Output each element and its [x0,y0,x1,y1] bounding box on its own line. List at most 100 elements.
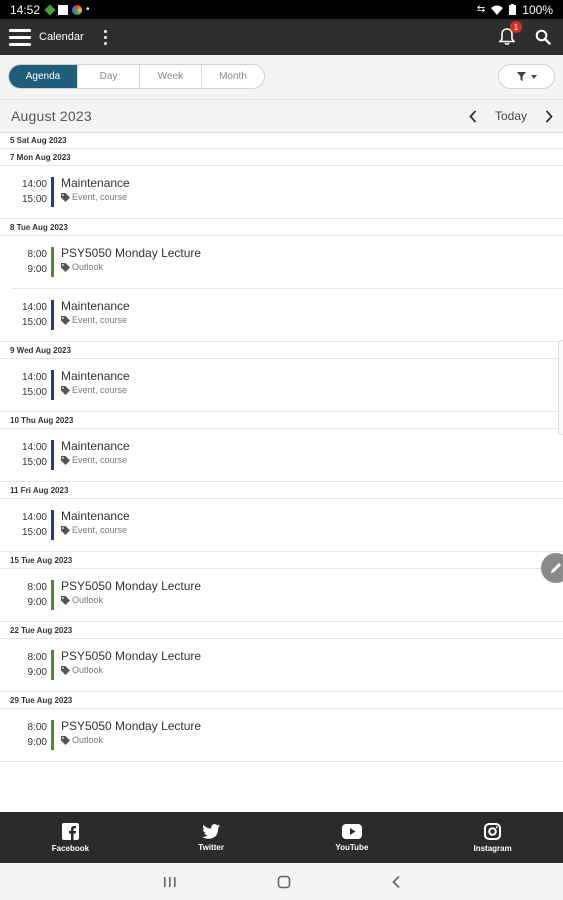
day-header: 11 Fri Aug 2023 [0,482,563,499]
event-tags: Event, course [61,525,127,535]
menu-icon[interactable] [2,19,38,55]
event-title: Maintenance [61,299,130,313]
event-time: 14:00 15:00 [0,177,47,207]
month-navigation-bar: August 2023 Today [0,100,563,133]
tab-month[interactable]: Month [202,65,264,88]
tab-week[interactable]: Week [140,65,202,88]
tab-agenda[interactable]: Agenda [9,65,78,88]
next-button[interactable] [535,102,563,130]
event-start-time: 14:00 [21,179,47,190]
back-icon[interactable] [391,875,401,889]
event-tags: Event, course [61,315,127,325]
event-end-time: 9:00 [27,667,47,678]
agenda-event[interactable]: 8:00 9:00 PSY5050 Monday Lecture Outlook [0,709,563,762]
tag-icon [61,385,70,395]
app-notification-icon [44,3,56,16]
twitter-link[interactable]: Twitter [141,812,282,863]
agenda-event[interactable]: 8:00 9:00 PSY5050 Monday Lecture Outlook [12,236,563,289]
wifi-icon [491,5,504,15]
event-color-bar [51,247,54,277]
agenda-event[interactable]: 14:00 15:00 Maintenance Event, course [0,359,563,412]
tag-icon [61,262,70,272]
event-color-bar [51,177,54,207]
event-title: PSY5050 Monday Lecture [61,719,202,733]
event-start-time: 14:00 [21,372,47,383]
event-tags: Outlook [61,665,103,675]
event-color-bar [51,650,54,680]
tag-icon [61,525,70,535]
facebook-icon [61,822,79,840]
scroll-handle[interactable] [558,340,563,435]
tab-day[interactable]: Day [78,65,140,88]
view-switcher: Agenda Day Week Month [8,64,265,89]
search-button[interactable] [525,19,561,55]
facebook-link[interactable]: Facebook [0,812,141,863]
tag-icon [61,665,70,675]
dropdown-arrow-icon [530,74,537,79]
day-header: 29 Tue Aug 2023 [0,692,563,709]
instagram-link[interactable]: Instagram [422,812,563,863]
agenda-event[interactable]: 8:00 9:00 PSY5050 Monday Lecture Outlook [0,569,563,622]
youtube-icon [341,823,362,839]
today-button[interactable]: Today [495,109,527,123]
tag-icon [61,595,70,605]
event-start-time: 14:00 [21,442,47,453]
notifications-button[interactable]: 1 [489,19,525,55]
recent-apps-icon[interactable] [163,876,177,888]
event-tags: Event, course [61,385,127,395]
app-bar: Calendar 1 [0,19,563,55]
event-end-time: 9:00 [27,597,47,608]
day-header: 7 Mon Aug 2023 [0,149,563,166]
event-color-bar [51,720,54,750]
event-title: PSY5050 Monday Lecture [61,246,202,260]
event-tags-text: Event, course [72,385,128,395]
event-end-time: 15:00 [21,387,47,398]
event-tags: Outlook [61,262,103,272]
event-tags-text: Outlook [72,735,104,745]
tag-icon [61,735,70,745]
event-time: 8:00 9:00 [0,580,47,610]
agenda-event[interactable]: 14:00 15:00 Maintenance Event, course [0,166,563,219]
event-time: 8:00 9:00 [0,650,47,680]
event-end-time: 9:00 [27,264,47,275]
more-options-icon[interactable] [96,19,116,55]
pencil-icon [551,563,561,573]
agenda-event[interactable]: 14:00 15:00 Maintenance Event, course [0,499,563,552]
agenda-event[interactable]: 14:00 15:00 Maintenance Event, course [0,429,563,482]
previous-button[interactable] [459,102,487,130]
day-header: 5 Sat Aug 2023 [0,133,563,149]
event-tags-text: Event, course [72,525,128,535]
event-color-bar [51,580,54,610]
search-icon [535,29,551,45]
event-start-time: 8:00 [27,582,47,593]
facebook-label: Facebook [51,843,90,853]
social-footer: Facebook Twitter YouTube Instagram [0,812,563,863]
filter-button[interactable] [498,64,555,89]
event-title: Maintenance [61,369,130,383]
day-header: 22 Tue Aug 2023 [0,622,563,639]
event-tags-text: Outlook [72,665,104,675]
event-start-time: 8:00 [27,652,47,663]
day-header: 8 Tue Aug 2023 [0,219,563,236]
day-header: 15 Tue Aug 2023 [0,552,563,569]
event-time: 8:00 9:00 [0,247,47,277]
edit-button[interactable] [541,553,563,583]
event-title: PSY5050 Monday Lecture [61,649,202,663]
event-tags-text: Event, course [72,315,128,325]
home-icon[interactable] [277,875,291,889]
filter-icon [516,72,526,81]
event-time: 14:00 15:00 [0,370,47,400]
agenda-list[interactable]: 5 Sat Aug 2023 7 Mon Aug 2023 14:00 15:00 M… [0,133,563,812]
event-tags-text: Event, course [72,192,128,202]
system-navigation-bar [0,863,563,900]
status-time: 14:52 [10,2,41,17]
instagram-icon [484,822,502,840]
agenda-event[interactable]: 8:00 9:00 PSY5050 Monday Lecture Outlook [0,639,563,692]
chevron-left-icon [469,109,477,123]
status-bar: 14:52 • ⇆ 100% [0,0,563,19]
app-notification-icon [58,4,69,15]
youtube-link[interactable]: YouTube [282,812,423,863]
day-header: 10 Thu Aug 2023 [0,412,563,429]
agenda-event[interactable]: 14:00 15:00 Maintenance Event, course [0,289,563,342]
event-time: 14:00 15:00 [0,440,47,470]
